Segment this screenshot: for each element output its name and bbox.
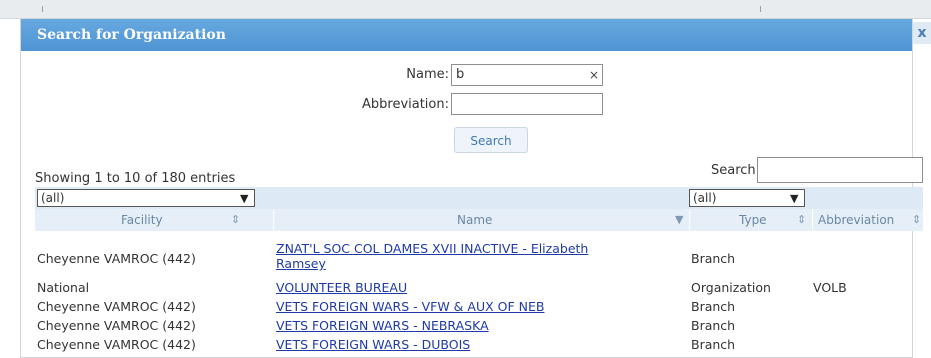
organization-link[interactable]: ZNAT'L SOC COL DAMES XVII INACTIVE - Eli… [276,242,588,256]
column-divider [812,209,813,231]
organization-link[interactable]: VOLUNTEER BUREAU [276,281,407,295]
table-search-label: Search: [711,163,761,178]
clear-name-icon[interactable]: × [589,68,599,82]
column-header-type[interactable]: Type [739,213,767,227]
abbreviation-cell: VOLB [813,280,847,295]
table-search-input[interactable] [757,157,923,183]
facility-cell: Cheyenne VAMROC (442) [37,251,196,266]
column-header-abbreviation[interactable]: Abbreviation [818,213,894,227]
facility-cell: Cheyenne VAMROC (442) [37,318,196,333]
organization-link[interactable]: VETS FOREIGN WARS - NEBRASKA [276,319,489,333]
search-organization-dialog: Search for Organization Name: b × Abbrev… [20,18,923,358]
sort-desc-icon[interactable]: ▼ [675,213,683,226]
column-divider [273,209,274,231]
dialog-title: Search for Organization [37,27,226,43]
organization-link-continued[interactable]: Ramsey [276,257,326,271]
type-cell: Branch [691,318,736,333]
organization-link[interactable]: VETS FOREIGN WARS - DUBOIS [276,338,470,352]
type-filter-select[interactable]: (all) ▼ [689,189,805,207]
filter-row: (all) ▼ (all) ▼ [35,187,923,209]
page-top-strip [0,0,931,19]
sort-icon[interactable]: ⇕ [912,213,921,226]
dialog-titlebar: Search for Organization [21,19,912,51]
strip-tick [760,6,761,12]
abbreviation-input[interactable] [451,93,603,115]
facility-filter-value: (all) [41,191,65,205]
facility-cell: Cheyenne VAMROC (442) [37,337,196,352]
column-header-facility[interactable]: Facility [121,213,163,227]
type-filter-value: (all) [693,191,717,205]
column-divider [689,209,690,231]
type-cell: Branch [691,299,736,314]
facility-filter-select[interactable]: (all) ▼ [37,189,255,207]
entries-info: Showing 1 to 10 of 180 entries [35,171,236,186]
table-header-row: Facility ⇕ Name ▼ Type ⇕ Abbreviation ⇕ [35,209,923,231]
abbreviation-label: Abbreviation: [361,97,449,112]
type-cell: Branch [691,251,736,266]
facility-cell: Cheyenne VAMROC (442) [37,299,196,314]
name-input[interactable]: b [451,64,603,86]
chevron-down-icon: ▼ [240,192,249,205]
facility-cell: National [37,280,90,295]
search-button[interactable]: Search [454,127,528,153]
strip-tick [42,6,43,12]
close-icon[interactable]: x [913,22,931,44]
name-label: Name: [406,67,449,82]
chevron-down-icon: ▼ [790,192,799,205]
sort-icon[interactable]: ⇕ [231,213,240,226]
organization-link[interactable]: VETS FOREIGN WARS - VFW & AUX OF NEB [276,300,544,314]
column-header-name[interactable]: Name [457,213,492,227]
type-cell: Organization [691,280,771,295]
sort-icon[interactable]: ⇕ [797,213,806,226]
type-cell: Branch [691,337,736,352]
